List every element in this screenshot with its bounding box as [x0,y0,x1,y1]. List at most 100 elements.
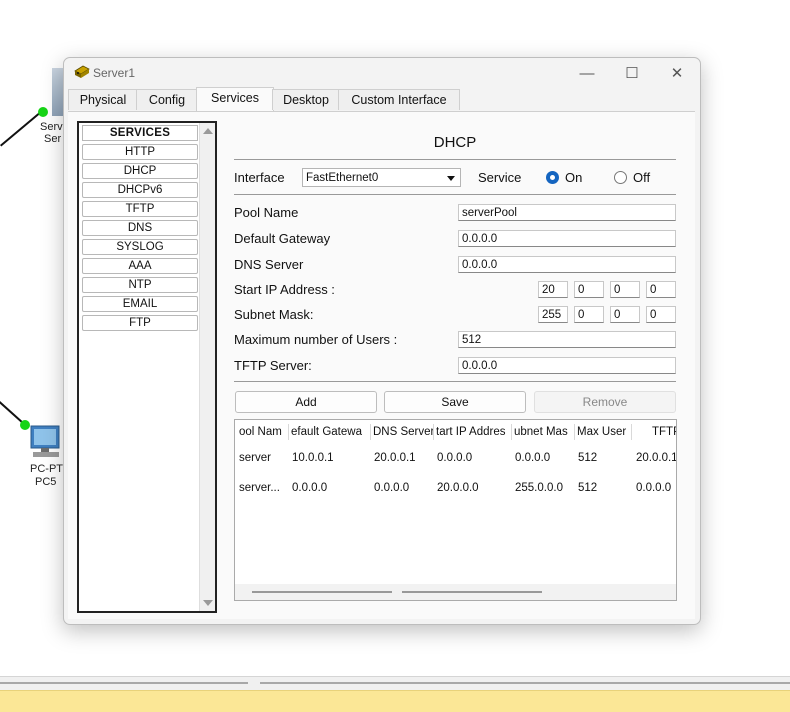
start-ip-octet-1[interactable]: 20 [538,281,568,298]
status-bar [0,690,790,712]
minimize-icon[interactable]: — [572,62,602,84]
chevron-down-icon [447,176,455,181]
max-users-field[interactable]: 512 [458,331,676,348]
remove-button[interactable]: Remove [534,391,676,413]
service-syslog-button[interactable]: SYSLOG [82,239,198,255]
default-gateway-label: Default Gateway [234,231,331,246]
table-cell: 10.0.0.1 [292,452,334,464]
subnet-mask-octet-3[interactable]: 0 [610,306,640,323]
tftp-server-field[interactable]: 0.0.0.0 [458,357,676,374]
service-on-label[interactable]: On [565,170,582,185]
tab-config[interactable]: Config [136,89,198,110]
close-icon[interactable]: ✕ [662,62,692,84]
tftp-server-label: TFTP Server: [234,358,312,373]
service-on-radio[interactable] [546,171,559,184]
dhcp-title: DHCP [433,134,477,151]
interface-label: Interface [234,170,285,185]
scrollbar-thumb[interactable] [260,682,790,684]
server-device-label: Serv [40,121,63,133]
table-cell: 20.0.0.1 [636,452,676,464]
default-gateway-field[interactable]: 0.0.0.0 [458,230,676,247]
service-dhcpv6-button[interactable]: DHCPv6 [82,182,198,198]
table-cell: 512 [578,452,598,464]
table-horizontal-scrollbar[interactable] [235,584,676,600]
table-cell: 0.0.0.0 [437,452,473,464]
start-ip-octet-4[interactable]: 0 [646,281,676,298]
window-title: Server1 [93,66,136,80]
column-header[interactable]: ubnet Mas [512,424,575,440]
tab-custom-interface[interactable]: Custom Interface [338,89,460,110]
scrollbar-thumb[interactable] [252,591,392,593]
service-dns-button[interactable]: DNS [82,220,198,236]
table-cell: server [239,452,271,464]
start-ip-label: Start IP Address : [234,282,335,297]
column-header[interactable]: TFTP [632,424,676,440]
column-header[interactable]: ool Nam [237,424,289,440]
dhcp-pool-table: ool Nam efault Gatewa DNS Server tart IP… [234,419,677,601]
scroll-down-icon[interactable] [203,600,213,606]
table-row[interactable]: server 10.0.0.1 20.0.0.1 0.0.0.0 0.0.0.0… [235,450,676,468]
start-ip-octet-3[interactable]: 0 [610,281,640,298]
subnet-mask-octet-1[interactable]: 255 [538,306,568,323]
pc-device-icon[interactable] [27,424,63,460]
service-dhcp-button[interactable]: DHCP [82,163,198,179]
service-aaa-button[interactable]: AAA [82,258,198,274]
table-cell: 255.0.0.0 [515,482,563,494]
subnet-mask-label: Subnet Mask: [234,307,314,322]
service-label: Service [478,170,522,185]
subnet-mask-octet-4[interactable]: 0 [646,306,676,323]
dns-server-label: DNS Server [234,257,304,272]
save-button[interactable]: Save [384,391,526,413]
server-app-icon [74,65,90,79]
pool-name-field[interactable]: serverPool [458,204,676,221]
server-window: Server1 — ☐ ✕ Physical Config Services D… [63,57,701,625]
divider [234,194,676,195]
title-bar[interactable]: Server1 — ☐ ✕ [64,58,700,87]
table-cell: server... [239,482,280,494]
services-scrollbar[interactable] [199,123,215,611]
start-ip-octet-2[interactable]: 0 [574,281,604,298]
subnet-mask-octet-2[interactable]: 0 [574,306,604,323]
pool-name-label: Pool Name [234,205,299,220]
tab-desktop[interactable]: Desktop [272,89,340,110]
link-status-dot [38,107,48,117]
bottom-toolbar [0,676,790,691]
table-cell: 0.0.0.0 [515,452,551,464]
dns-server-field[interactable]: 0.0.0.0 [458,256,676,273]
interface-select[interactable]: FastEthernet0 [302,168,461,187]
add-button[interactable]: Add [235,391,377,413]
scrollbar-thumb[interactable] [0,682,248,684]
pc-device-label: PC-PT [30,463,63,475]
service-email-button[interactable]: EMAIL [82,296,198,312]
column-header[interactable]: efault Gatewa [289,424,371,440]
divider [234,159,676,160]
table-cell: 20.0.0.1 [374,452,416,464]
service-off-radio[interactable] [614,171,627,184]
maximize-icon[interactable]: ☐ [617,62,647,84]
tab-physical[interactable]: Physical [68,89,138,110]
table-cell: 0.0.0.0 [636,482,672,494]
column-header[interactable]: Max User [575,424,632,440]
scroll-up-icon[interactable] [203,128,213,134]
server-device-label: Ser [44,133,62,145]
services-list: SERVICES HTTP DHCP DHCPv6 TFTP DNS SYSLO… [77,121,217,613]
server-device-icon[interactable] [52,68,63,116]
service-tftp-button[interactable]: TFTP [82,201,198,217]
column-header[interactable]: DNS Server [371,424,434,440]
service-ftp-button[interactable]: FTP [82,315,198,331]
table-cell: 0.0.0.0 [374,482,410,494]
table-cell: 512 [578,482,598,494]
dhcp-form: DHCP Interface FastEthernet0 Service On … [234,112,679,619]
service-off-label[interactable]: Off [633,170,650,185]
interface-select-value: FastEthernet0 [306,172,379,184]
table-row[interactable]: server... 0.0.0.0 0.0.0.0 20.0.0.0 255.0… [235,480,676,498]
table-cell: 0.0.0.0 [292,482,328,494]
tab-services[interactable]: Services [196,87,274,111]
service-ntp-button[interactable]: NTP [82,277,198,293]
services-header: SERVICES [82,125,198,141]
service-http-button[interactable]: HTTP [82,144,198,160]
max-users-label: Maximum number of Users : [234,332,398,347]
column-header[interactable]: tart IP Addres [434,424,512,440]
pc-device-label: PC5 [35,476,57,488]
scrollbar-thumb[interactable] [402,591,542,593]
